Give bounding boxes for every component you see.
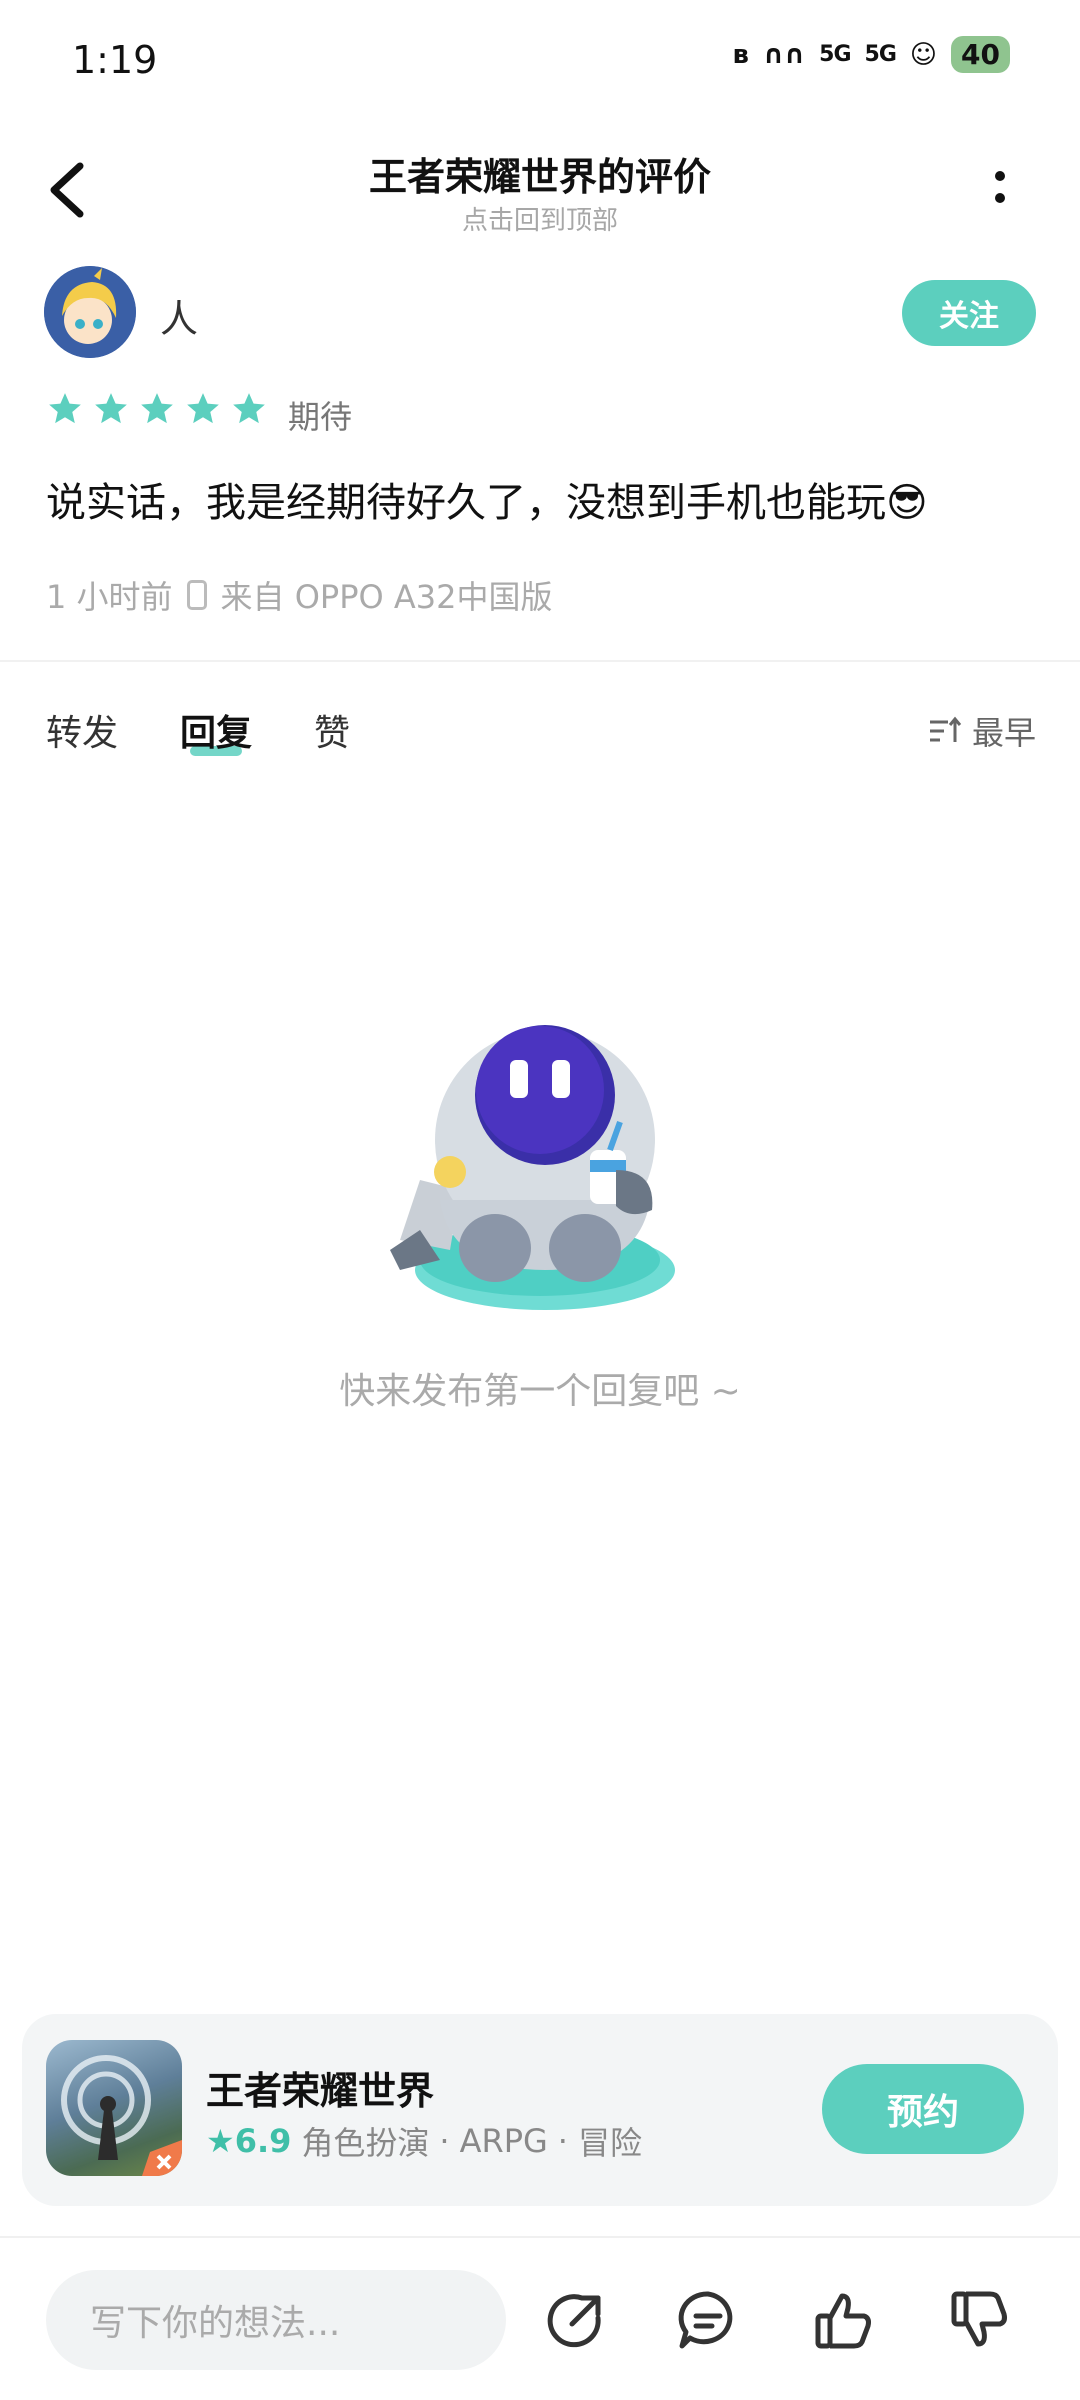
signal-1: 5G — [819, 42, 851, 67]
star-icon — [187, 393, 219, 424]
comment-input[interactable]: 写下你的想法... — [46, 2270, 506, 2370]
app-tag: ARPG — [459, 2122, 548, 2160]
tab-likes[interactable]: 赞 — [314, 704, 350, 756]
section-divider — [0, 660, 1080, 662]
comment-icon[interactable] — [676, 2288, 740, 2352]
user-avatar[interactable] — [44, 266, 136, 358]
star-icon — [233, 393, 265, 424]
battery-indicator: 40 — [951, 36, 1010, 73]
app-tag: 冒险 — [577, 2124, 642, 2162]
scroll-to-top-hint[interactable]: 点击回到顶部 — [0, 200, 1080, 237]
app-score-value: 6.9 — [234, 2122, 292, 2160]
review-meta: 1 小时前 来自 OPPO A32中国版 — [46, 572, 552, 618]
thumbs-down-icon[interactable] — [948, 2288, 1012, 2352]
rating-label: 期待 — [288, 398, 353, 436]
sort-icon — [929, 716, 962, 742]
app-icon[interactable] — [46, 2040, 182, 2176]
app-meta: ★6.9 角色扮演 · ARPG · 冒险 — [206, 2118, 642, 2164]
tab-replies[interactable]: 回复 — [180, 704, 252, 756]
pet-icon: ☺ — [909, 39, 938, 70]
star-icon — [49, 393, 81, 424]
sort-label: 最早 — [971, 714, 1036, 752]
username[interactable]: 人 — [160, 288, 198, 343]
bluetooth-icon: ʙ — [732, 39, 749, 70]
empty-state-robot-illustration — [390, 1025, 675, 1310]
page-title[interactable]: 王者荣耀世界的评价 — [0, 146, 1080, 201]
status-time: 1:19 — [72, 38, 158, 82]
tab-forward[interactable]: 转发 — [46, 704, 118, 756]
rating-stars — [46, 390, 268, 428]
tag-separator: · — [557, 2122, 568, 2160]
star-icon — [95, 393, 127, 424]
follow-button[interactable]: 关注 — [902, 280, 1036, 346]
review-text: 说实话，我是经期待好久了，没想到手机也能玩😎 — [46, 480, 928, 526]
review-time: 1 小时前 — [46, 578, 173, 616]
signal-2: 5G — [864, 42, 897, 67]
app-name[interactable]: 王者荣耀世界 — [206, 2060, 434, 2115]
share-icon[interactable] — [544, 2288, 608, 2352]
bottom-bar-divider — [0, 2236, 1080, 2238]
reserve-button[interactable]: 预约 — [822, 2064, 1024, 2154]
more-options-icon[interactable] — [990, 168, 1010, 208]
star-icon — [141, 393, 173, 424]
tag-separator: · — [439, 2122, 450, 2160]
earbuds-icon: ∩∩ — [762, 39, 806, 70]
app-score: ★6.9 — [206, 2122, 292, 2160]
sort-toggle[interactable]: 最早 — [928, 708, 1036, 754]
app-tag: 角色扮演 — [301, 2124, 430, 2162]
status-icons: ʙ ∩∩ 5G 5G ☺ 40 — [732, 36, 1010, 73]
review-device: 来自 OPPO A32中国版 — [220, 578, 553, 616]
phone-icon — [186, 580, 207, 610]
thumbs-up-icon[interactable] — [812, 2288, 876, 2352]
empty-state-text: 快来发布第一个回复吧 ~ — [339, 1371, 741, 1412]
